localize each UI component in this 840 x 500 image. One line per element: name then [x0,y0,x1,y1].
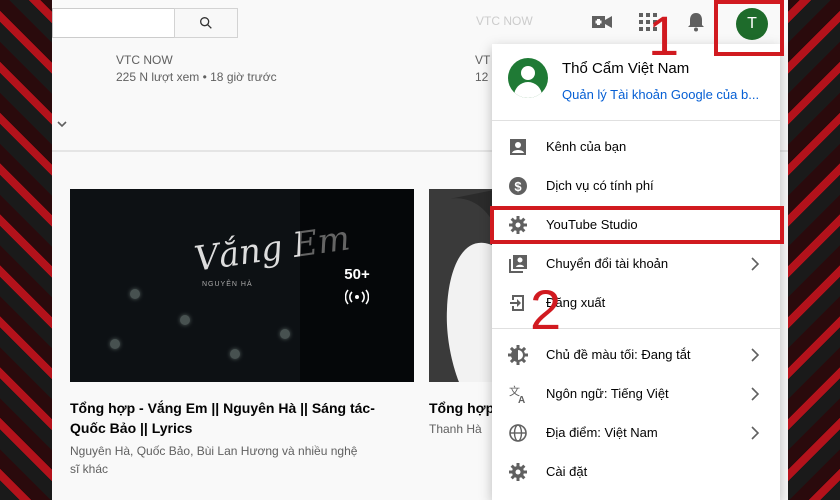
video-artists-line: sĩ khác [70,462,109,476]
menu-item-label: Địa điểm: Việt Nam [546,425,658,440]
menu-item-paid-memberships[interactable]: $ Dịch vụ có tính phí [492,166,780,205]
switch-account-icon [508,254,528,274]
channel-name[interactable]: VTC NOW [116,53,173,67]
decorative-background-right [780,0,840,500]
faded-header-text: VTC NOW [476,14,533,28]
annotation-step-1: 1 [648,4,680,67]
youtube-page: VTC NOW T VTC NOW 225 N lượt xem • 18 gi… [52,0,788,500]
video-artists-line: Nguyên Hà, Quốc Bảo, Bùi Lan Hương và nh… [70,444,358,458]
video-camera-icon [592,16,612,28]
chevron-right-icon [751,386,760,401]
video-title[interactable]: Tổng hợp [429,398,493,418]
menu-item-label: Kênh của bạn [546,139,627,154]
mix-radio-icon [345,289,369,305]
chevron-right-icon [751,425,760,440]
video-title-line: Tổng hợp - Vắng Em || Nguyên Hà || Sáng … [70,400,375,416]
translate-icon: 文A [508,384,528,404]
video-thumbnail[interactable]: Vắng Em NGUYÊN HÀ 50+ [70,189,414,382]
notifications-button[interactable] [684,10,708,34]
chevron-down-icon[interactable] [56,118,68,130]
svg-text:$: $ [514,179,522,194]
decorative-background-left [0,0,60,500]
search-button[interactable] [174,8,238,38]
video-title-line: Quốc Bảo || Lyrics [70,420,193,436]
thumbnail-decoration [110,339,120,349]
globe-icon [508,423,528,443]
video-title[interactable]: Tổng hợp - Vắng Em || Nguyên Hà || Sáng … [70,398,375,438]
playlist-overlay: 50+ [300,189,414,382]
manage-google-account-link[interactable]: Quản lý Tài khoản Google của b... [562,87,770,102]
video-thumbnail[interactable] [429,189,499,382]
create-video-button[interactable] [590,10,614,34]
person-box-icon [508,137,528,157]
account-menu: Thổ Cẩm Việt Nam Quản lý Tài khoản Googl… [492,44,780,500]
dark-theme-icon [508,344,528,365]
menu-item-location[interactable]: Địa điểm: Việt Nam [492,413,780,452]
thumbnail-portrait-image [429,189,499,382]
annotation-step-2: 2 [530,278,562,341]
video-meta: 12 [475,70,489,84]
bell-icon [688,13,704,32]
menu-item-your-channel[interactable]: Kênh của bạn [492,127,780,166]
menu-item-label: Ngôn ngữ: Tiếng Việt [546,386,669,401]
sign-out-icon [508,293,528,313]
thumbnail-decoration [130,289,140,299]
menu-item-label: Chuyển đổi tài khoản [546,256,669,271]
menu-item-language[interactable]: 文A Ngôn ngữ: Tiếng Việt [492,374,780,413]
channel-name[interactable]: VT [475,53,490,67]
menu-item-settings[interactable]: Cài đặt [492,452,780,491]
thumbnail-decoration [180,315,190,325]
video-artists[interactable]: Thanh Hà [429,420,493,438]
annotation-highlight-youtube-studio [490,206,784,244]
chevron-right-icon [751,256,760,271]
menu-item-label: Dịch vụ có tính phí [546,178,654,193]
menu-section-settings: Chủ đề màu tối: Đang tắt 文A Ngôn ngữ: Ti… [492,329,780,497]
thumbnail-subtitle: NGUYÊN HÀ [202,281,253,288]
avatar [508,58,548,98]
playlist-count: 50+ [344,266,370,283]
dollar-icon: $ [508,176,528,196]
search-icon [200,16,212,29]
annotation-highlight-avatar [714,0,784,56]
search-input[interactable] [52,8,175,38]
svg-text:A: A [518,395,525,404]
video-meta: 225 N lượt xem • 18 giờ trước [116,70,277,84]
menu-item-label: Cài đặt [546,464,588,479]
menu-item-label: Chủ đề màu tối: Đang tắt [546,347,691,362]
video-artists[interactable]: Nguyên Hà, Quốc Bảo, Bùi Lan Hương và nh… [70,442,357,478]
thumbnail-decoration [230,349,240,359]
settings-icon [508,462,528,482]
thumbnail-decoration [280,329,290,339]
chevron-right-icon [751,347,760,362]
